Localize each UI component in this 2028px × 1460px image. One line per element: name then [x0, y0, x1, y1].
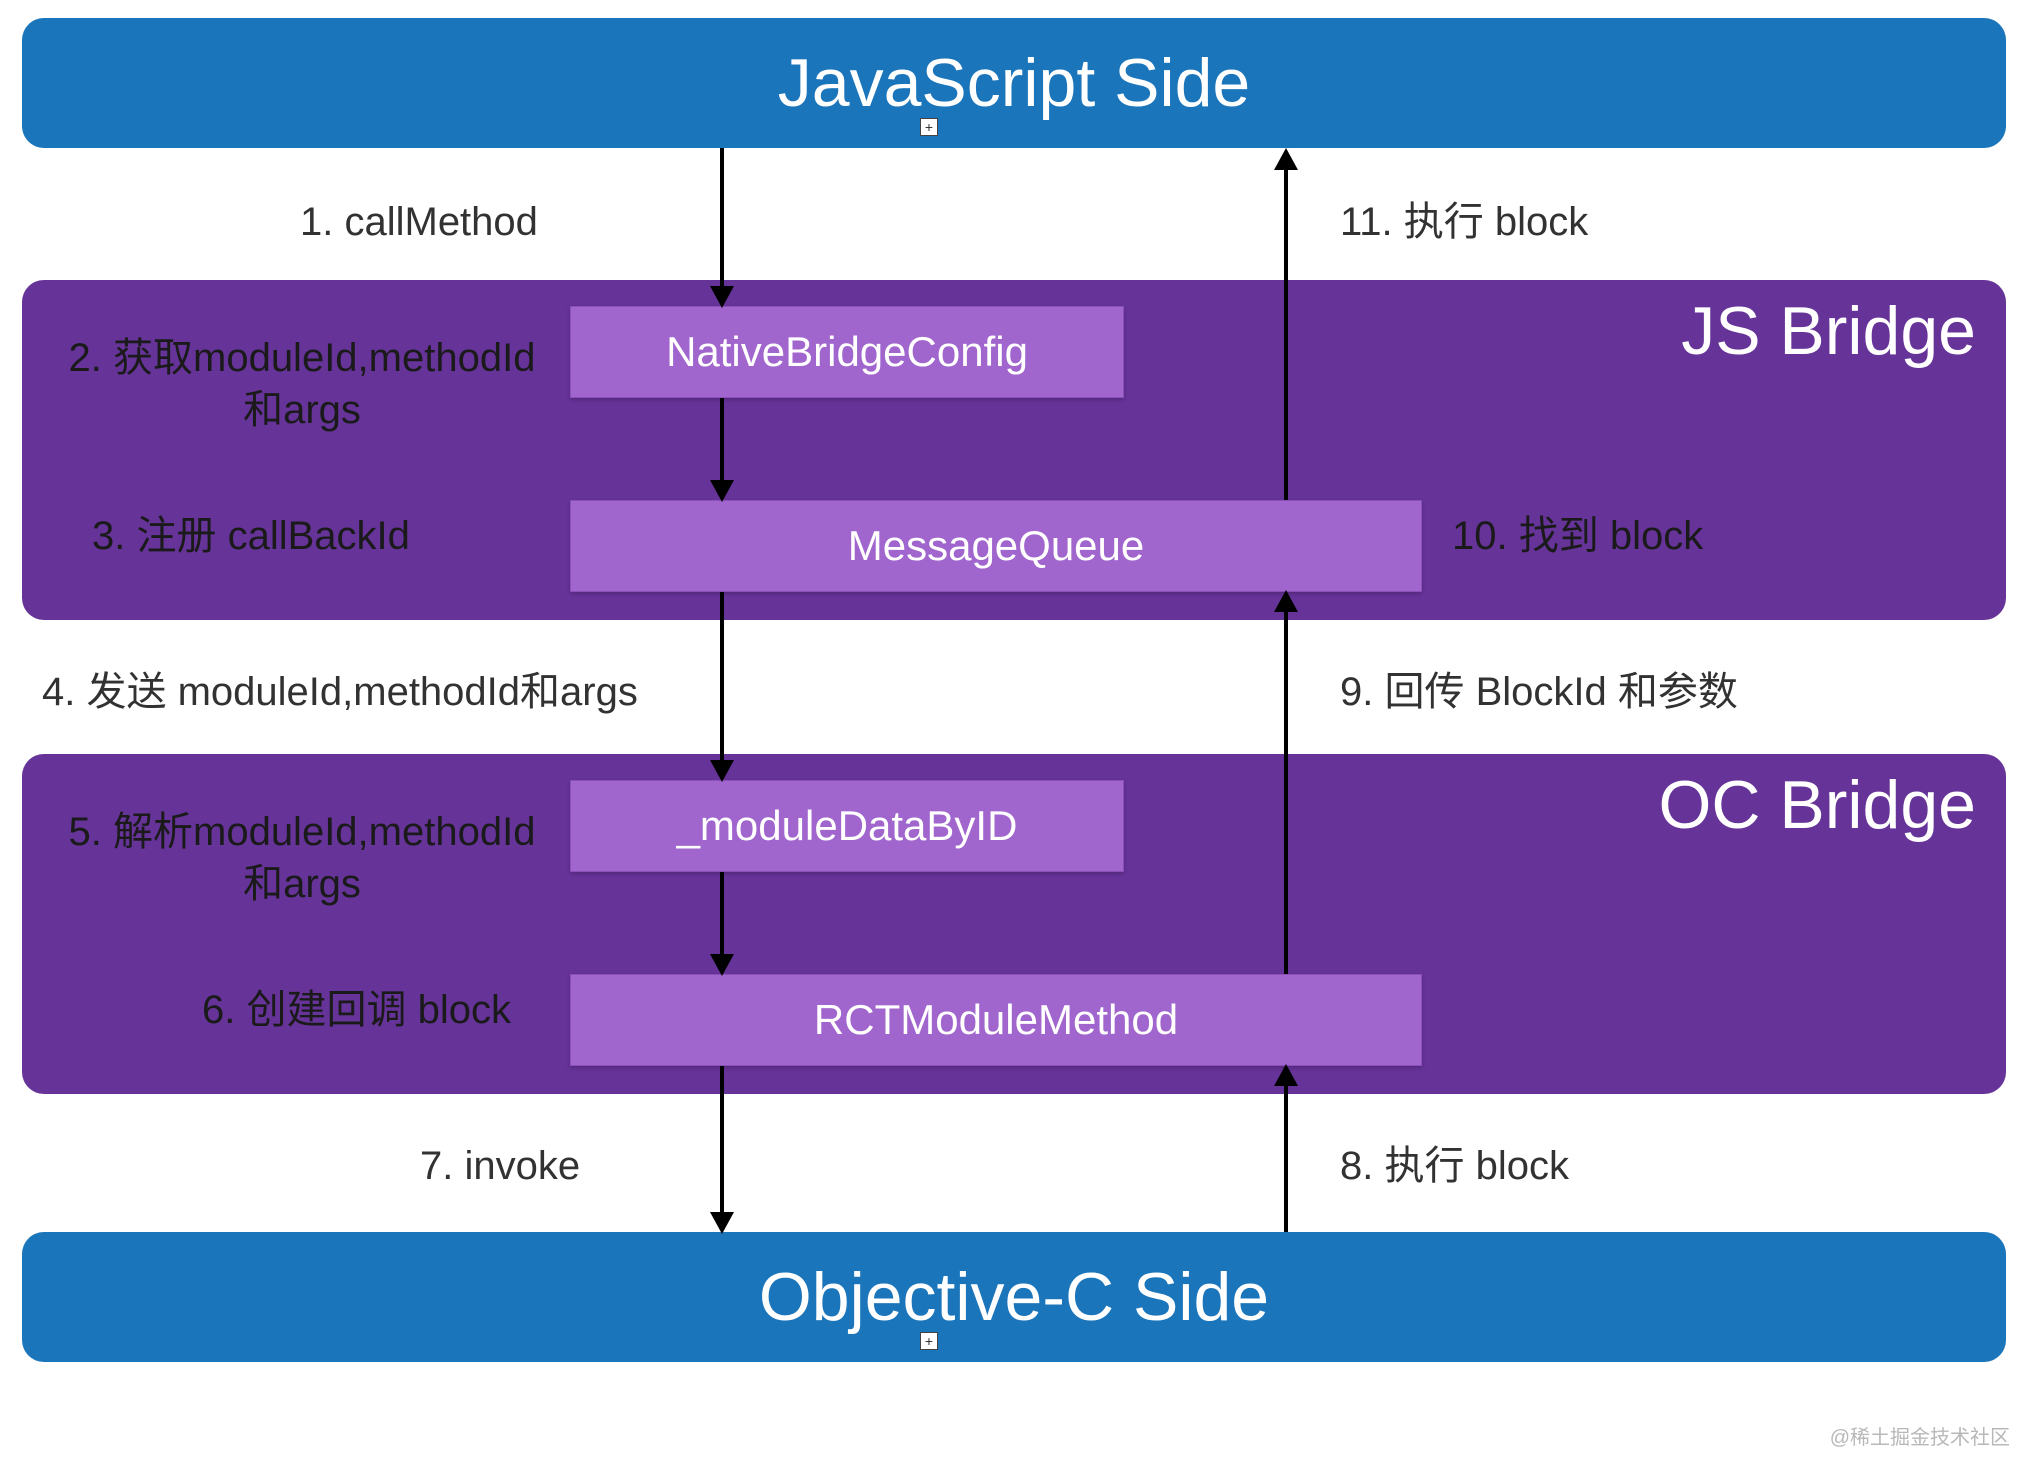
step-5-label: 5. 解析moduleId,methodId 和args — [37, 806, 567, 910]
arrow-1-head — [710, 286, 734, 308]
watermark: @稀土掘金技术社区 — [1830, 1421, 2010, 1450]
oc-bridge-title: OC Bridge — [1659, 766, 1976, 844]
box-message-queue: MessageQueue — [570, 500, 1422, 592]
band-objective-c-title: Objective-C Side — [759, 1258, 1269, 1336]
arrow-9-head — [1274, 590, 1298, 612]
box-module-data-by-id: _moduleDataByID — [570, 780, 1124, 872]
step-3-label: 3. 注册 callBackId — [92, 510, 410, 562]
step-9-label: 9. 回传 BlockId 和参数 — [1340, 666, 1738, 718]
arrow-3 — [720, 592, 724, 762]
step-6-label: 6. 创建回调 block — [202, 984, 511, 1036]
arrow-5-head — [710, 1212, 734, 1234]
expand-icon: + — [920, 118, 938, 136]
band-objective-c-side: Objective-C Side — [22, 1232, 2006, 1362]
box-native-bridge-config: NativeBridgeConfig — [570, 306, 1124, 398]
step-8-label: 8. 执行 block — [1340, 1140, 1569, 1192]
step-1-label: 1. callMethod — [300, 196, 538, 248]
arrow-2-head — [710, 480, 734, 502]
arrow-8-head — [1274, 1064, 1298, 1086]
js-bridge-title: JS Bridge — [1681, 292, 1976, 370]
box-rct-module-method: RCTModuleMethod — [570, 974, 1422, 1066]
step-11-label: 11. 执行 block — [1340, 196, 1588, 248]
step-7-label: 7. invoke — [420, 1140, 580, 1192]
arrow-1 — [720, 148, 724, 288]
arrow-11-head — [1274, 148, 1298, 170]
arrow-3-head — [710, 760, 734, 782]
step-4-label: 4. 发送 moduleId,methodId和args — [42, 666, 638, 718]
expand-icon: + — [920, 1332, 938, 1350]
arrow-8 — [1284, 1084, 1288, 1232]
arrow-2 — [720, 398, 724, 482]
diagram-canvas: JavaScript Side + JS Bridge 2. 获取moduleI… — [0, 0, 2028, 1460]
band-javascript-title: JavaScript Side — [778, 44, 1250, 122]
arrow-4 — [720, 872, 724, 956]
band-javascript-side: JavaScript Side — [22, 18, 2006, 148]
step-10-label: 10. 找到 block — [1452, 510, 1703, 562]
step-2-label: 2. 获取moduleId,methodId 和args — [37, 332, 567, 436]
arrow-11 — [1284, 168, 1288, 500]
arrow-4-head — [710, 954, 734, 976]
arrow-9 — [1284, 610, 1288, 974]
arrow-5 — [720, 1066, 724, 1214]
